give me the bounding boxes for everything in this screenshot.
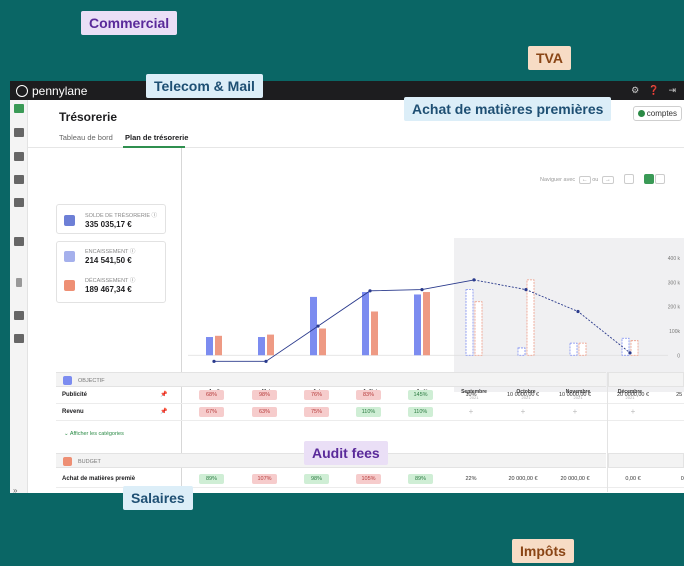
table-cell[interactable]: + <box>608 407 658 417</box>
table-cell[interactable]: 10 0000,00 € <box>550 390 600 400</box>
balance-line <box>214 279 475 362</box>
table-cell[interactable]: 10 0000,00 € <box>498 390 548 400</box>
y-tick-label: 300 k <box>668 280 681 286</box>
table-cell[interactable]: 20 0000,00 € <box>608 390 658 400</box>
balance-point <box>524 288 528 292</box>
y-tick-label: 200 k <box>668 305 681 311</box>
row-label: Achat de matières premiè <box>62 476 136 482</box>
expense-bar <box>267 334 274 356</box>
table-cell[interactable]: 75% <box>304 407 329 417</box>
table-cell[interactable]: 89% <box>199 474 224 484</box>
forecast-region <box>454 238 684 392</box>
store-icon[interactable] <box>14 175 24 184</box>
table-cell[interactable]: 20 000,00 € <box>550 474 600 484</box>
income-bar <box>258 337 265 356</box>
dashboard-icon[interactable] <box>14 104 24 113</box>
tag-audit: Audit fees <box>304 441 388 465</box>
document-icon[interactable] <box>14 311 24 320</box>
y-tick-label: 0 <box>677 353 680 359</box>
balance-point <box>212 359 216 363</box>
table-cell[interactable]: 67% <box>199 407 224 417</box>
y-tick-label: 400 k <box>668 256 681 262</box>
expense-bar <box>371 311 378 356</box>
balance-point <box>368 289 372 293</box>
income-bar <box>362 292 369 356</box>
table-cell[interactable]: 20 000,00 € <box>498 474 548 484</box>
attachment-icon[interactable] <box>16 278 22 287</box>
help-icon[interactable]: ❓ <box>648 85 659 96</box>
table-cell[interactable]: 76% <box>304 390 329 400</box>
tag-commercial: Commercial <box>81 11 178 35</box>
expense-bar <box>423 292 430 356</box>
brand-name: pennylane <box>32 83 88 98</box>
y-tick-label: 100k <box>669 329 680 335</box>
income-bar <box>621 337 630 356</box>
objective-icon <box>63 376 72 385</box>
balance-point <box>316 324 320 328</box>
pin-icon[interactable]: 📌 <box>160 408 167 415</box>
income-bar <box>414 294 421 356</box>
objective-section-header: OBJECTIF <box>56 372 606 387</box>
table-cell[interactable]: 98% <box>252 390 277 400</box>
tag-telecom: Telecom & Mail <box>146 74 263 98</box>
bank-icon[interactable] <box>14 128 24 137</box>
tag-salaires: Salaires <box>123 486 193 510</box>
table-cell[interactable]: 110% <box>408 407 433 417</box>
pennylane-logo-icon <box>16 84 28 97</box>
income-bar <box>569 342 578 356</box>
table-row[interactable]: Publicité 📌 68% 98% 76% 83% 145% 10% 10 0000,00 … <box>56 387 684 404</box>
income-bar <box>465 289 474 356</box>
table-cell[interactable]: 83% <box>356 390 381 400</box>
expense-bar <box>630 340 639 356</box>
row-label: Revenu <box>62 409 84 415</box>
table-cell[interactable]: 145% <box>408 390 433 400</box>
table-cell[interactable]: 0,00 € <box>608 474 658 484</box>
table-cell[interactable]: + <box>446 407 496 417</box>
balance-point <box>628 351 632 355</box>
tag-achat: Achat de matières premières <box>404 97 612 121</box>
tag-impots: Impôts <box>512 539 574 563</box>
logout-icon[interactable]: ⇥ <box>668 85 676 96</box>
collapse-sidebar-icon[interactable]: » <box>13 486 17 493</box>
main-content: Trésorerie comptes Tableau de bord Plan … <box>28 100 684 493</box>
income-bar <box>517 347 526 356</box>
expense-bar <box>319 328 326 356</box>
expense-bar <box>474 301 483 356</box>
sidebar: » <box>10 100 28 493</box>
table-row[interactable]: Revenu 📌 67% 63% 75% 110% 110% + + + + <box>56 404 684 421</box>
pin-icon[interactable]: 📌 <box>160 391 167 398</box>
budget-icon <box>63 457 72 466</box>
balance-point <box>472 278 476 282</box>
balance-point <box>420 288 424 292</box>
table-cell[interactable]: 89% <box>408 474 433 484</box>
table-cell[interactable]: 63% <box>252 407 277 417</box>
table-cell[interactable]: 10% <box>446 390 496 400</box>
table-cell[interactable]: 105% <box>356 474 381 484</box>
income-bar <box>206 337 213 356</box>
settings-icon[interactable]: ⚙ <box>631 85 639 96</box>
show-categories-link[interactable]: ⌄ Afficher les catégories <box>64 431 124 437</box>
table-cell[interactable] <box>658 407 684 417</box>
table-cell[interactable]: 107% <box>252 474 277 484</box>
expense-bar <box>578 342 587 356</box>
folder-icon[interactable] <box>14 237 24 246</box>
app-window: pennylane ⚙ ❓ ⇥ » Trésorerie comptes Tab… <box>10 81 684 493</box>
balance-point <box>264 359 268 363</box>
expense-bar <box>215 335 222 356</box>
row-label: Publicité <box>62 392 88 398</box>
table-cell[interactable]: 110% <box>356 407 381 417</box>
table-cell[interactable]: 68% <box>199 390 224 400</box>
balance-point <box>576 309 580 314</box>
table-cell[interactable]: + <box>550 407 600 417</box>
table-cell[interactable]: 25 00 <box>658 390 684 400</box>
table-cell[interactable]: 0, <box>658 474 684 484</box>
table-cell[interactable]: 98% <box>304 474 329 484</box>
calculator-icon[interactable] <box>14 198 24 207</box>
cart-icon[interactable] <box>14 152 24 161</box>
folder-icon-2[interactable] <box>14 334 24 343</box>
tag-tva: TVA <box>528 46 571 70</box>
income-bar <box>310 296 317 356</box>
table-cell[interactable]: + <box>498 407 548 417</box>
table-cell[interactable]: 22% <box>446 474 496 484</box>
